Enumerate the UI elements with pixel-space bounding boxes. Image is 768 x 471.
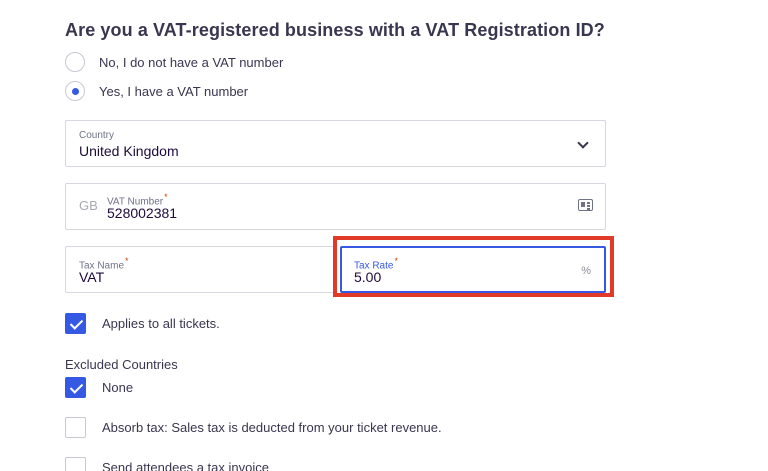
vat-number-field[interactable]: GB VAT Number* 528002381 [65,183,606,230]
id-card-icon [578,199,593,211]
tax-rate-value[interactable]: 5.00 [354,269,381,285]
absorb-tax-label: Absorb tax: Sales tax is deducted from y… [102,420,442,435]
tax-name-field[interactable]: Tax Name* VAT [65,246,335,293]
vat-question-title: Are you a VAT-registered business with a… [65,20,605,40]
send-invoice-label: Send attendees a tax invoice [102,460,269,471]
excluded-countries-title: Excluded Countries [65,357,178,372]
required-asterisk: * [394,256,398,266]
send-invoice-checkbox-row[interactable]: Send attendees a tax invoice [65,457,269,471]
radio-yes-vat-label: Yes, I have a VAT number [99,83,249,99]
country-label: Country [79,130,115,141]
none-label: None [102,380,134,395]
chevron-down-icon[interactable] [577,137,589,149]
tax-rate-field[interactable]: Tax Rate* 5.00 % [340,246,606,293]
required-asterisk: * [125,256,129,266]
radio-no-vat-button[interactable] [65,52,85,72]
required-asterisk: * [164,192,168,202]
send-invoice-checkbox[interactable] [65,457,86,471]
radio-no-vat-label: No, I do not have a VAT number [99,54,284,70]
applies-all-checkbox[interactable] [65,313,86,334]
none-checkbox-row[interactable]: None [65,377,133,398]
vat-number-value[interactable]: 528002381 [107,205,177,221]
absorb-tax-checkbox-row[interactable]: Absorb tax: Sales tax is deducted from y… [65,417,442,438]
none-checkbox[interactable] [65,377,86,398]
vat-prefix: GB [79,198,98,213]
applies-all-label: Applies to all tickets. [102,316,220,331]
applies-all-checkbox-row[interactable]: Applies to all tickets. [65,313,220,334]
country-value: United Kingdom [79,143,179,159]
radio-no-vat[interactable]: No, I do not have a VAT number [65,52,283,72]
percent-suffix: % [581,265,591,277]
absorb-tax-checkbox[interactable] [65,417,86,438]
country-select[interactable]: Country United Kingdom [65,120,606,167]
radio-yes-vat[interactable]: Yes, I have a VAT number [65,81,248,101]
tax-name-value[interactable]: VAT [79,269,104,285]
radio-yes-vat-button[interactable] [65,81,85,101]
